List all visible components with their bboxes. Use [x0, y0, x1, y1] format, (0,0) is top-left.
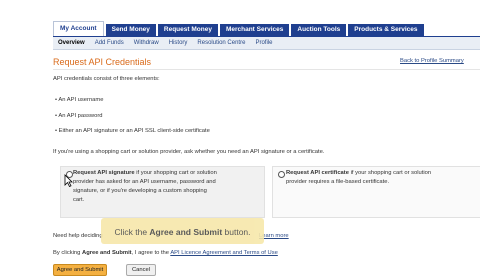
bullet-text: An API password: [58, 113, 103, 119]
certificate-option-desc: provider requires a file-based certifica…: [286, 179, 390, 185]
signature-option-text: Request API signature if your shopping c…: [73, 169, 261, 205]
agree-and-submit-button[interactable]: Agree and Submit: [53, 264, 107, 276]
subtab-withdraw[interactable]: Withdraw: [129, 40, 164, 46]
agreement-mid: , I agree to the: [131, 250, 170, 256]
tab-request-money[interactable]: Request Money: [157, 24, 218, 36]
bullet-item: • An API username: [55, 97, 104, 103]
question-text: If you're using a shopping cart or solut…: [53, 149, 325, 155]
bullet-item: • Either an API signature or an API SSL …: [55, 128, 210, 134]
subtab-resolution-centre[interactable]: Resolution Centre: [192, 40, 250, 46]
cancel-button[interactable]: Cancel: [126, 264, 156, 276]
tab-my-account[interactable]: My Account: [53, 21, 104, 36]
help-text: Need help deciding: [53, 233, 103, 239]
licence-agreement-link[interactable]: API Licence Agreement and Terms of Use: [170, 250, 278, 256]
caption-post: button.: [224, 227, 251, 237]
tab-merchant-services[interactable]: Merchant Services: [219, 24, 290, 36]
certificate-option-desc: if your shopping cart or solution: [350, 170, 432, 176]
tab-auction-tools[interactable]: Auction Tools: [291, 24, 347, 36]
bullet-text: Either an API signature or an API SSL cl…: [58, 128, 210, 134]
signature-option-desc: signature, or if you're developing a cus…: [73, 188, 207, 194]
intro-text: API credentials consist of three element…: [53, 76, 160, 82]
signature-option-desc: if your shopping cart or solution: [136, 170, 217, 176]
signature-option-desc: provider has asked for an API username, …: [73, 179, 216, 185]
subtab-profile[interactable]: Profile: [250, 40, 277, 46]
bullet-item: • An API password: [55, 113, 103, 119]
signature-option-title: Request API signature: [73, 170, 135, 176]
back-to-profile-link[interactable]: Back to Profile Summary: [400, 58, 464, 64]
signature-option-desc: cart.: [73, 197, 85, 203]
subtab-overview[interactable]: Overview: [53, 40, 90, 46]
tab-send-money[interactable]: Send Money: [105, 24, 156, 36]
top-navigation: My Account Send Money Request Money Merc…: [53, 21, 426, 36]
subtab-history[interactable]: History: [164, 40, 193, 46]
certificate-option-text: Request API certificate if your shopping…: [286, 169, 476, 187]
caption-pre: Click the: [114, 227, 148, 237]
agreement-prefix: By clicking: [53, 250, 81, 256]
tab-products-services[interactable]: Products & Services: [348, 24, 424, 36]
agreement-text: By clicking Agree and Submit, I agree to…: [53, 250, 278, 256]
bullet-text: An API username: [58, 97, 104, 103]
title-divider: [53, 69, 480, 70]
certificate-radio[interactable]: [278, 171, 285, 178]
mouse-pointer-icon: [64, 174, 73, 187]
certificate-option-title: Request API certificate: [286, 170, 349, 176]
sub-navigation: Overview Add Funds Withdraw History Reso…: [53, 37, 480, 50]
caption-bold: Agree and Submit: [149, 227, 223, 237]
subtab-add-funds[interactable]: Add Funds: [90, 40, 129, 46]
page-title: Request API Credentials: [53, 57, 152, 67]
tutorial-caption: Click the Agree and Submit button.: [101, 218, 264, 244]
agreement-button-name: Agree and Submit: [82, 250, 132, 256]
